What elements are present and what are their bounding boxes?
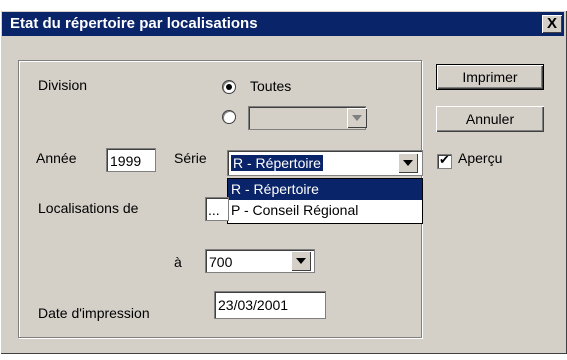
division-label: Division [38,77,88,93]
date-impression-label: Date d'impression [38,305,150,321]
serie-selected-value: R - Répertoire [231,155,323,171]
date-impression-input[interactable]: 23/03/2001 [214,291,326,319]
apercu-checkbox[interactable] [437,152,452,169]
division-dropdown-icon[interactable] [347,108,367,128]
print-button[interactable]: Imprimer [436,64,544,90]
cancel-button[interactable]: Annuler [436,106,544,132]
serie-option-r[interactable]: R - Répertoire [228,179,422,200]
division-radio-select[interactable] [222,110,236,124]
localisations-to-label: à [174,254,182,270]
division-radio-all[interactable] [222,80,236,94]
cancel-button-label: Annuler [465,111,515,127]
annee-input[interactable]: 1999 [106,148,156,172]
serie-dropdown-icon[interactable] [398,153,418,173]
serie-dropdown-list: R - Répertoire P - Conseil Régional [227,178,423,224]
serie-option-p[interactable]: P - Conseil Régional [228,200,422,221]
apercu-label: Aperçu [458,150,503,166]
serie-select[interactable]: R - Répertoire [227,150,423,176]
division-all-label: Toutes [250,78,292,94]
title-bar: Etat du répertoire par localisations X [2,12,564,36]
localisations-label: Localisations de [38,200,139,216]
localisations-to-dropdown-icon[interactable] [291,251,311,271]
close-icon[interactable]: X [542,15,562,33]
window-title: Etat du répertoire par localisations [10,15,258,32]
serie-label: Série [174,150,207,166]
annee-label: Année [36,150,77,166]
localisations-from-input[interactable]: ... [205,197,229,221]
print-button-label: Imprimer [462,69,518,85]
